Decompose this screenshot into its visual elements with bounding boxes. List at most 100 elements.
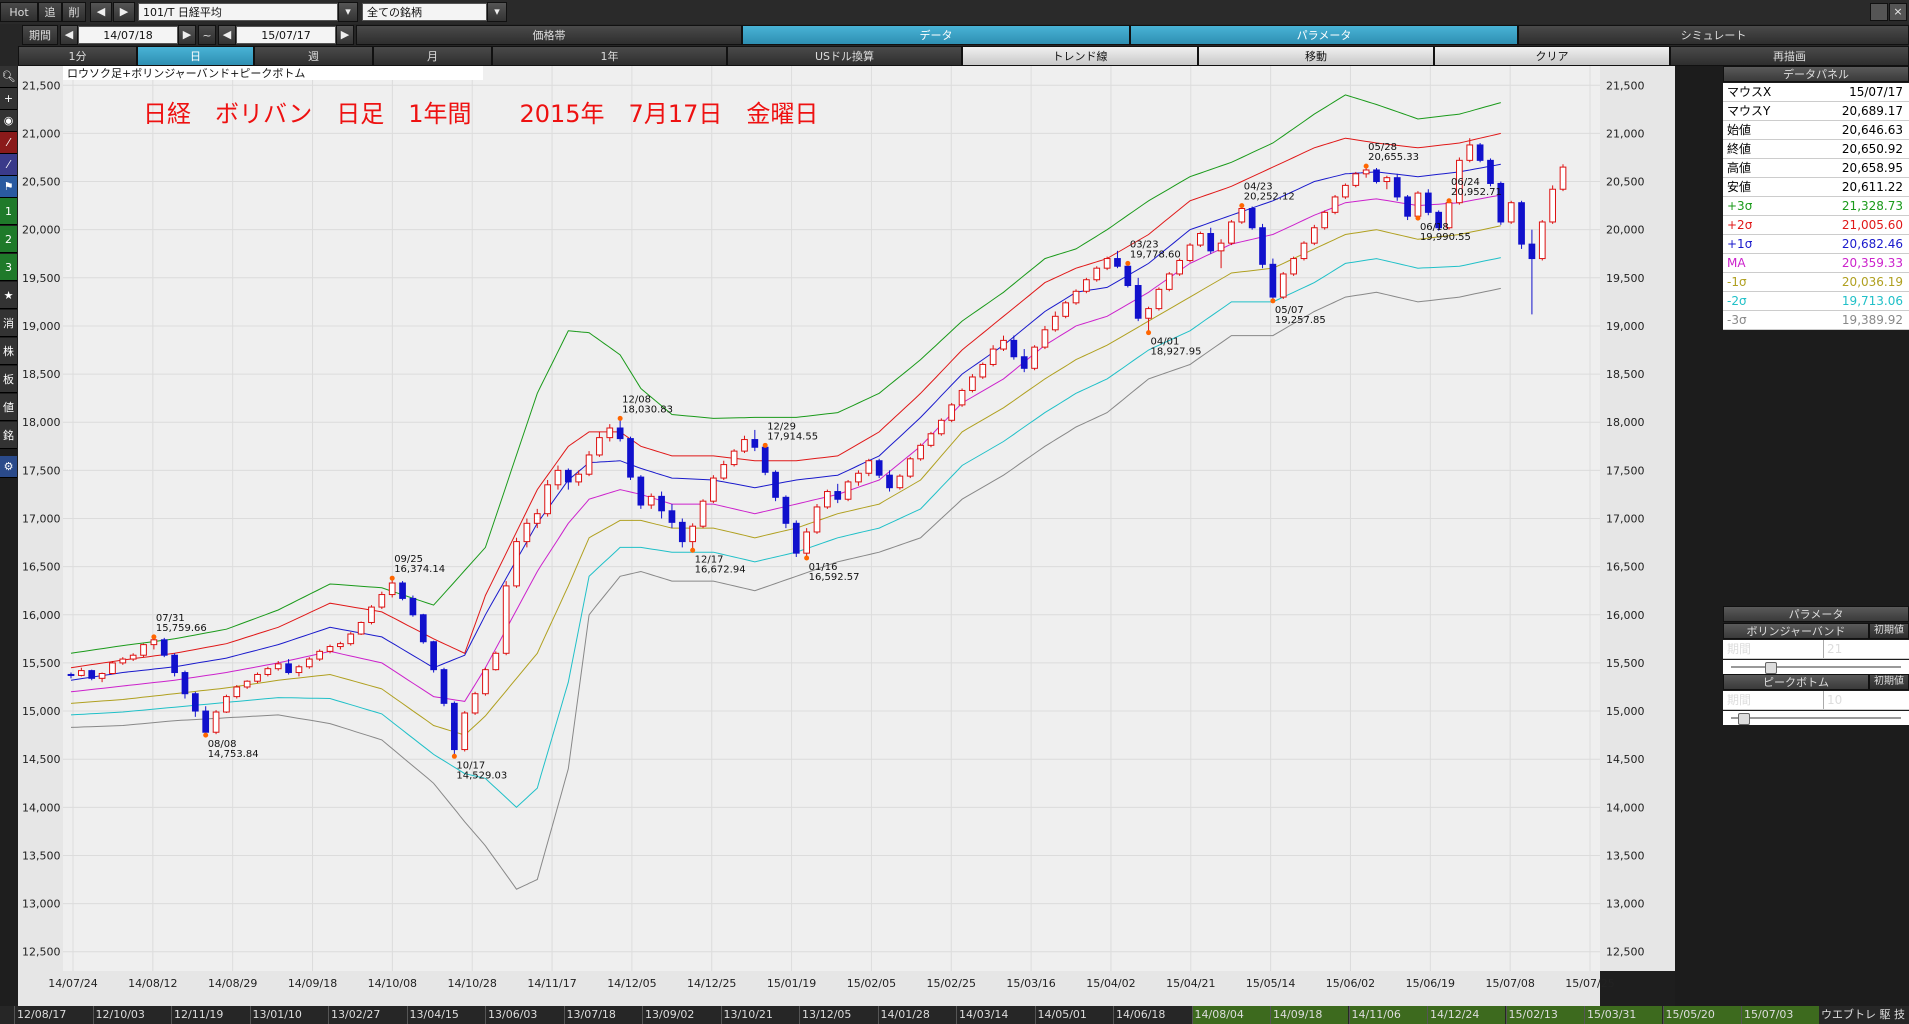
interval-button-1[interactable]: 日 <box>137 46 254 66</box>
x-tick-label: 14/10/28 <box>448 977 497 990</box>
candle-body <box>1466 144 1474 161</box>
interval-button-4[interactable]: 1年 <box>492 46 727 66</box>
date-from-field[interactable]: 14/07/18 <box>78 26 178 44</box>
candle-body <box>1176 259 1183 275</box>
data-row: +3σ 21,328.73 <box>1723 197 1909 216</box>
candle-body <box>865 460 873 474</box>
peak-marker <box>389 575 395 581</box>
bb-reset-button[interactable]: 初期値 <box>1869 623 1909 639</box>
candle-body <box>1528 243 1536 260</box>
date-from-prev-icon[interactable]: ◀ <box>60 25 78 45</box>
flag-icon[interactable]: ⚑ <box>0 176 17 198</box>
bb-period-slider-track[interactable] <box>1723 660 1909 674</box>
symbol-field[interactable]: 101/T 日経平均 <box>138 3 338 21</box>
bb-period-input[interactable]: 21 <box>1823 640 1909 658</box>
y-tick-label-left: 16,000 <box>22 609 61 622</box>
pb-period-slider-track[interactable] <box>1723 711 1909 725</box>
x-tick-label: 15/03/16 <box>1006 977 1055 990</box>
y-tick-label-left: 18,000 <box>22 416 61 429</box>
add-button[interactable]: 追 <box>38 2 62 22</box>
tab-2[interactable]: パラメータ <box>1130 25 1518 45</box>
delete-button[interactable]: 削 <box>62 2 86 22</box>
hot-button[interactable]: Hot <box>0 2 38 22</box>
date-to-prev-icon[interactable]: ◀ <box>218 25 236 45</box>
pb-period-slider-thumb[interactable] <box>1737 713 1750 725</box>
interval-button-9[interactable]: 再描画 <box>1670 46 1909 66</box>
tab-3[interactable]: シミュレート <box>1518 25 1909 45</box>
pb-period-row: 期間 10 <box>1723 691 1909 710</box>
close-window-icon[interactable]: × <box>1889 3 1907 21</box>
tab-1[interactable]: データ <box>742 25 1130 45</box>
pb-period-input[interactable]: 10 <box>1823 691 1909 709</box>
left-tool-6[interactable]: 板 <box>0 366 17 393</box>
candle-body <box>378 594 386 608</box>
candle-body <box>1020 356 1028 369</box>
x-tick-label: 14/12/25 <box>687 977 736 990</box>
y-tick-label-left: 14,000 <box>22 801 61 814</box>
candle-body <box>1321 211 1329 229</box>
chart-line-icon[interactable]: ⁄ <box>0 132 17 154</box>
restore-window-icon[interactable] <box>1870 3 1888 21</box>
interval-button-3[interactable]: 月 <box>373 46 492 66</box>
next-arrow-icon[interactable]: ▶ <box>113 2 135 22</box>
interval-button-7[interactable]: 移動 <box>1198 46 1434 66</box>
peak-value-label: 16,672.94 <box>695 564 746 575</box>
symbol-dropdown-icon[interactable]: ▾ <box>338 2 358 22</box>
chart-area[interactable]: 12,500 12,500 13,000 13,000 13,500 13,500 14,0… <box>18 66 1675 1006</box>
universe-field[interactable]: 全ての銘柄 <box>362 3 487 21</box>
x-tick-label: 14/10/08 <box>368 977 417 990</box>
prev-arrow-icon[interactable]: ◀ <box>90 2 112 22</box>
bb-period-slider-thumb[interactable] <box>1765 662 1777 674</box>
left-tool-5[interactable]: 株 <box>0 338 17 365</box>
bottom-scrollbar[interactable]: 12/08/17 12/10/03 12/11/19 13/01/10 13/02/27… <box>0 1006 1909 1024</box>
candlestick-chart[interactable]: 12,500 12,500 13,000 13,000 13,500 13,500 14,0… <box>18 66 1675 1006</box>
y-tick-label-left: 14,500 <box>22 753 61 766</box>
data-row-key: 始値 <box>1727 123 1752 137</box>
bottom-tick: 13/12/05 <box>799 1006 877 1024</box>
bottom-tick: 14/06/18 <box>1113 1006 1191 1024</box>
candle-body <box>772 471 779 498</box>
candle-body <box>274 663 282 670</box>
left-tool-1[interactable]: 2 <box>0 226 17 253</box>
candle-body <box>482 669 489 695</box>
candle-body <box>1031 346 1038 369</box>
camera-icon[interactable]: ◉ <box>0 110 17 132</box>
left-tool-8[interactable]: 銘 <box>0 422 17 449</box>
left-tool-3[interactable]: ★ <box>0 282 17 309</box>
candle-body <box>1165 273 1173 290</box>
data-row: 安値 20,611.22 <box>1723 178 1909 197</box>
date-to-field[interactable]: 15/07/17 <box>236 26 336 44</box>
bottom-tick: 13/04/15 <box>406 1006 485 1024</box>
x-tick-label: 15/07/08 <box>1485 977 1534 990</box>
data-row-value: 19,713.06 <box>1841 294 1903 308</box>
crosshair-icon[interactable]: + <box>0 88 17 110</box>
universe-dropdown-icon[interactable]: ▾ <box>487 2 507 22</box>
candle-body <box>1269 263 1277 298</box>
interval-button-0[interactable]: 1分 <box>18 46 137 66</box>
chart-trend-icon[interactable]: ⁄ <box>0 154 17 176</box>
x-tick-label: 15/05/14 <box>1246 977 1295 990</box>
x-tick-label: 15/06/19 <box>1406 977 1455 990</box>
pb-reset-button[interactable]: 初期値 <box>1869 674 1909 690</box>
left-tool-7[interactable]: 値 <box>0 394 17 421</box>
y-tick-label-right: 20,000 <box>1606 224 1645 237</box>
left-tool-2[interactable]: 3 <box>0 254 17 281</box>
peak-value-label: 19,778.60 <box>1130 249 1181 260</box>
tab-0[interactable]: 価格帯 <box>356 25 742 45</box>
peak-marker <box>1239 203 1245 209</box>
data-row-key: +1σ <box>1727 237 1753 251</box>
search-icon[interactable]: 🔍︎ <box>0 66 17 88</box>
gear-icon[interactable]: ⚙ <box>0 456 17 478</box>
date-to-next-icon[interactable]: ▶ <box>336 25 354 45</box>
bottom-tick: 12/08/17 <box>14 1006 92 1024</box>
interval-button-2[interactable]: 週 <box>254 46 373 66</box>
bottom-tick: 13/07/18 <box>563 1006 642 1024</box>
left-tool-0[interactable]: 1 <box>0 198 17 225</box>
interval-button-6[interactable]: トレンド線 <box>962 46 1198 66</box>
interval-button-8[interactable]: クリア <box>1434 46 1670 66</box>
candle-body <box>699 500 707 527</box>
date-from-next-icon[interactable]: ▶ <box>178 25 196 45</box>
left-tool-4[interactable]: 消 <box>0 310 17 337</box>
interval-button-5[interactable]: USドル換算 <box>727 46 962 66</box>
data-row: マウスY 20,689.17 <box>1723 102 1909 121</box>
